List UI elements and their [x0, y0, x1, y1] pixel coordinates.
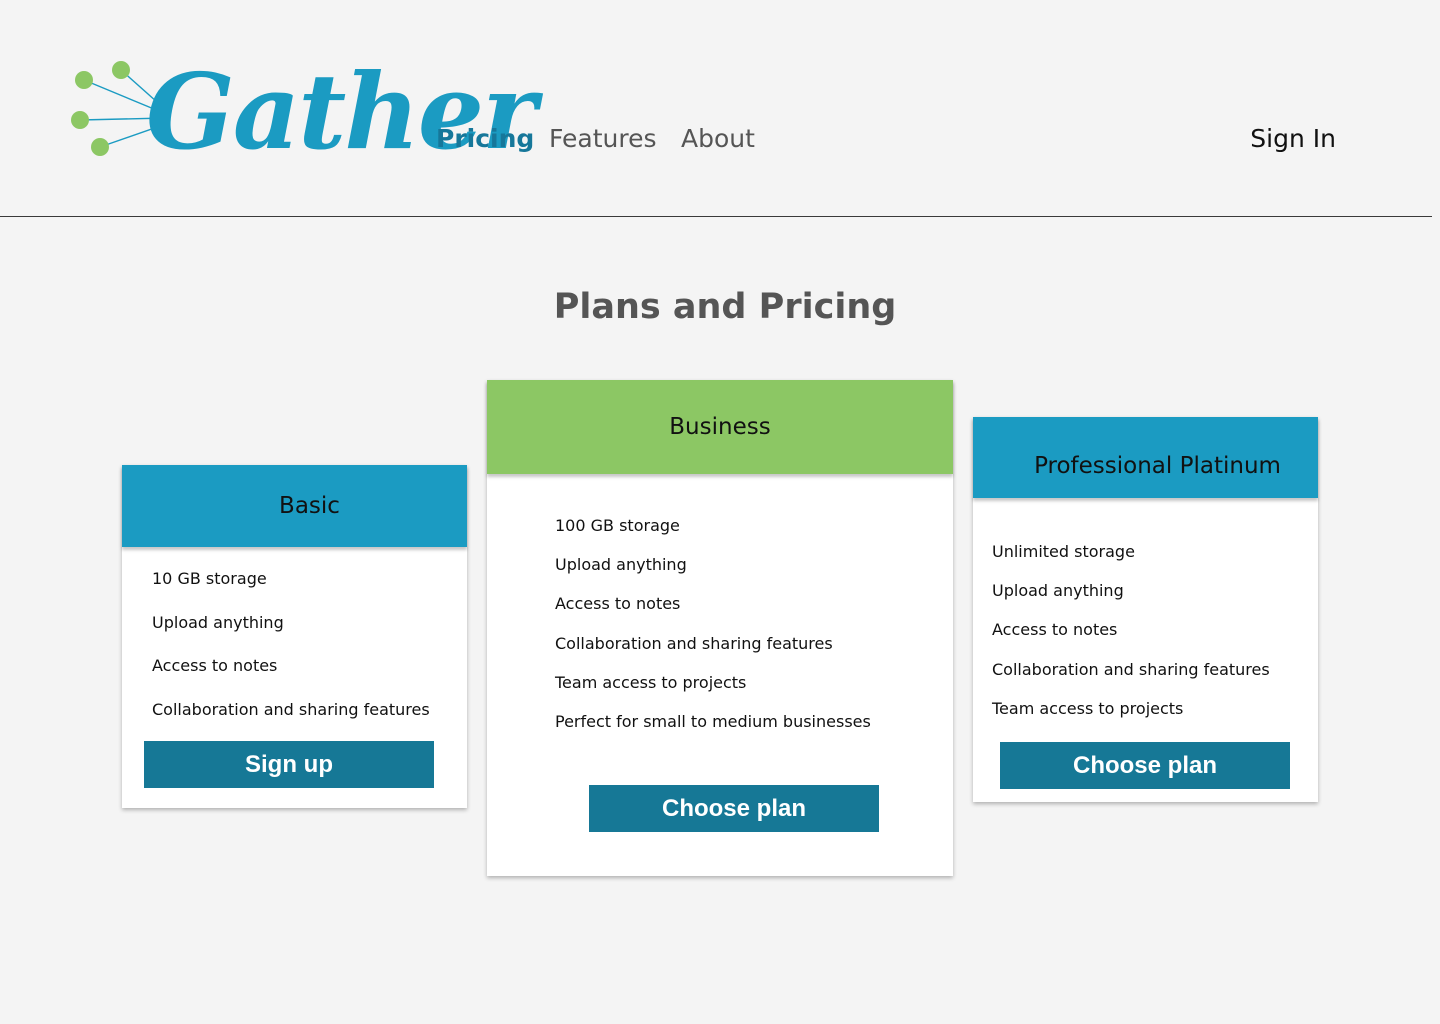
plan-feature: Access to notes [152, 656, 278, 675]
plan-feature: Unlimited storage [992, 542, 1135, 561]
plan-name: Basic [279, 493, 340, 519]
gather-logo[interactable]: Gather [66, 52, 537, 212]
plan-card-business: Business 100 GB storage Upload anything … [487, 380, 953, 876]
plan-header-business: Business [487, 380, 953, 474]
plan-name: Professional Platinum [1034, 452, 1281, 479]
plan-feature: Upload anything [152, 612, 284, 632]
sign-up-button[interactable]: Sign up [144, 741, 434, 788]
plan-feature: Team access to projects [992, 698, 1184, 718]
plan-feature: Collaboration and sharing features [992, 659, 1270, 679]
plan-header-basic: Basic [122, 465, 467, 547]
plan-feature: Upload anything [555, 555, 687, 575]
plan-feature: Upload anything [992, 581, 1124, 601]
sign-in-link[interactable]: Sign In [1250, 122, 1336, 156]
plan-features-list: Unlimited storage Upload anything Access… [992, 542, 1270, 738]
plan-feature: Team access to projects [555, 672, 747, 692]
plan-name: Business [669, 414, 771, 440]
header-divider [0, 216, 1432, 217]
plan-feature: Perfect for small to medium businesses [555, 711, 871, 731]
plan-feature: 100 GB storage [555, 516, 680, 535]
choose-plan-professional-button[interactable]: Choose plan [1000, 742, 1290, 789]
plan-features-list: 10 GB storage Upload anything Access to … [152, 569, 430, 743]
plan-header-professional-platinum: Professional Platinum [973, 417, 1318, 498]
nav-features[interactable]: Features [549, 122, 657, 156]
plan-card-basic: Basic 10 GB storage Upload anything Acce… [122, 465, 467, 808]
plan-card-professional-platinum: Professional Platinum Unlimited storage … [973, 417, 1318, 802]
plan-feature: Access to notes [555, 594, 681, 614]
choose-plan-business-button[interactable]: Choose plan [589, 785, 879, 832]
plan-feature: Collaboration and sharing features [152, 699, 430, 719]
plan-feature: 10 GB storage [152, 569, 267, 588]
plan-features-list: 100 GB storage Upload anything Access to… [555, 516, 871, 751]
plan-feature: Collaboration and sharing features [555, 633, 833, 653]
nav-pricing[interactable]: Pricing [436, 122, 534, 156]
page-title: Plans and Pricing [553, 287, 897, 327]
nav-about[interactable]: About [681, 122, 755, 156]
plan-feature: Access to notes [992, 620, 1118, 640]
